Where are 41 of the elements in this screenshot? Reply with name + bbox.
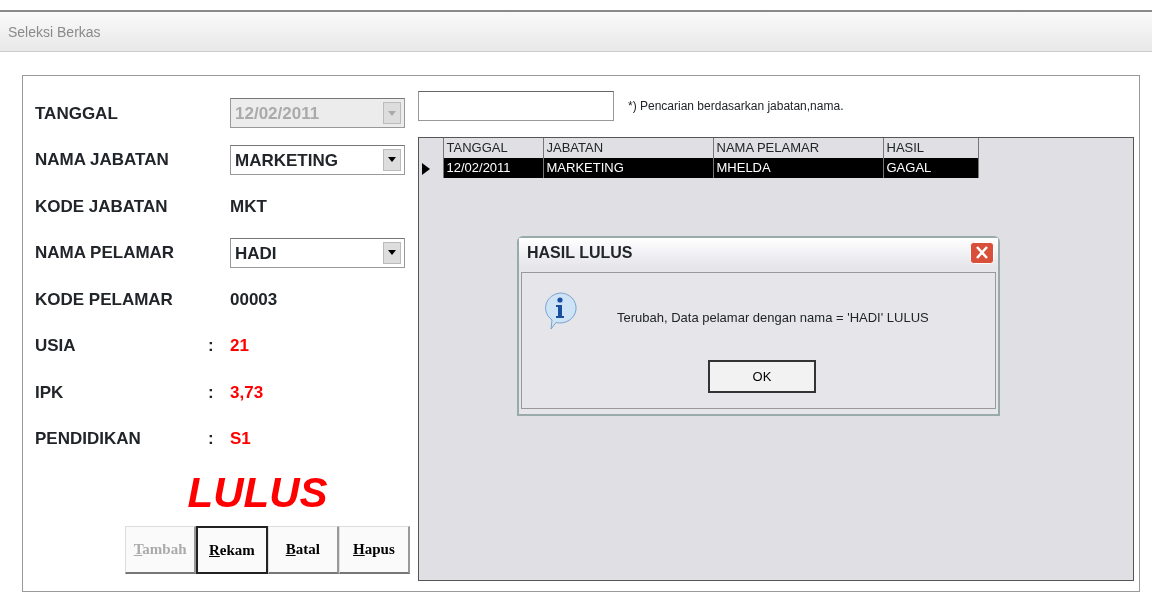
- field-label: PENDIDIKAN: [35, 428, 142, 450]
- caret-icon: [388, 157, 396, 163]
- field-value: S1: [230, 428, 251, 450]
- column-header[interactable]: JABATAN: [543, 138, 713, 158]
- dialog-message: Terubah, Data pelamar dengan nama = 'HADI' LULUS: [617, 309, 929, 327]
- field-value: 00003: [230, 288, 278, 311]
- field-label: KODE PELAMAR: [35, 288, 174, 311]
- caret-icon: [388, 110, 396, 116]
- colon: :: [208, 428, 215, 450]
- field-label: TANGGAL: [35, 102, 119, 125]
- column-header[interactable]: HASIL: [883, 138, 978, 158]
- field-label: NAMA PELAMAR: [35, 242, 176, 264]
- field-value: MKT: [230, 195, 267, 218]
- column-header[interactable]: NAMA PELAMAR: [713, 138, 883, 158]
- action-button[interactable]: Rekam: [196, 526, 268, 575]
- field-value: 3,73: [230, 381, 264, 404]
- search-field[interactable]: [418, 91, 614, 121]
- ok-button[interactable]: OK: [708, 360, 816, 393]
- dropdown[interactable]: MARKETING: [230, 144, 405, 175]
- field-label: IPK: [35, 381, 65, 404]
- window-title: Seleksi Berkas: [0, 12, 1152, 52]
- field-label: KODE JABATAN: [35, 195, 169, 218]
- table-cell[interactable]: 12/02/2011: [443, 158, 543, 178]
- colon: :: [208, 335, 215, 357]
- action-button[interactable]: Hapus: [338, 526, 410, 575]
- field-value: 21: [230, 335, 249, 357]
- dialog-title: HASIL LULUS: [527, 243, 633, 263]
- colon: :: [208, 381, 215, 404]
- field-label: NAMA JABATAN: [35, 149, 170, 171]
- dropdown[interactable]: HADI: [230, 237, 405, 268]
- table-cell[interactable]: MHELDA: [713, 158, 883, 178]
- result-text: LULUS: [186, 470, 329, 517]
- info-icon: [542, 291, 578, 331]
- table-cell[interactable]: MARKETING: [543, 158, 713, 178]
- close-icon[interactable]: [970, 242, 994, 264]
- caret-icon: [388, 250, 396, 256]
- table-cell[interactable]: GAGAL: [883, 158, 978, 178]
- search-hint: *) Pencarian berdasarkan jabatan,nama.: [628, 98, 844, 115]
- field-label: USIA: [35, 335, 77, 357]
- action-button[interactable]: Batal: [267, 526, 339, 575]
- column-header[interactable]: TANGGAL: [443, 138, 543, 158]
